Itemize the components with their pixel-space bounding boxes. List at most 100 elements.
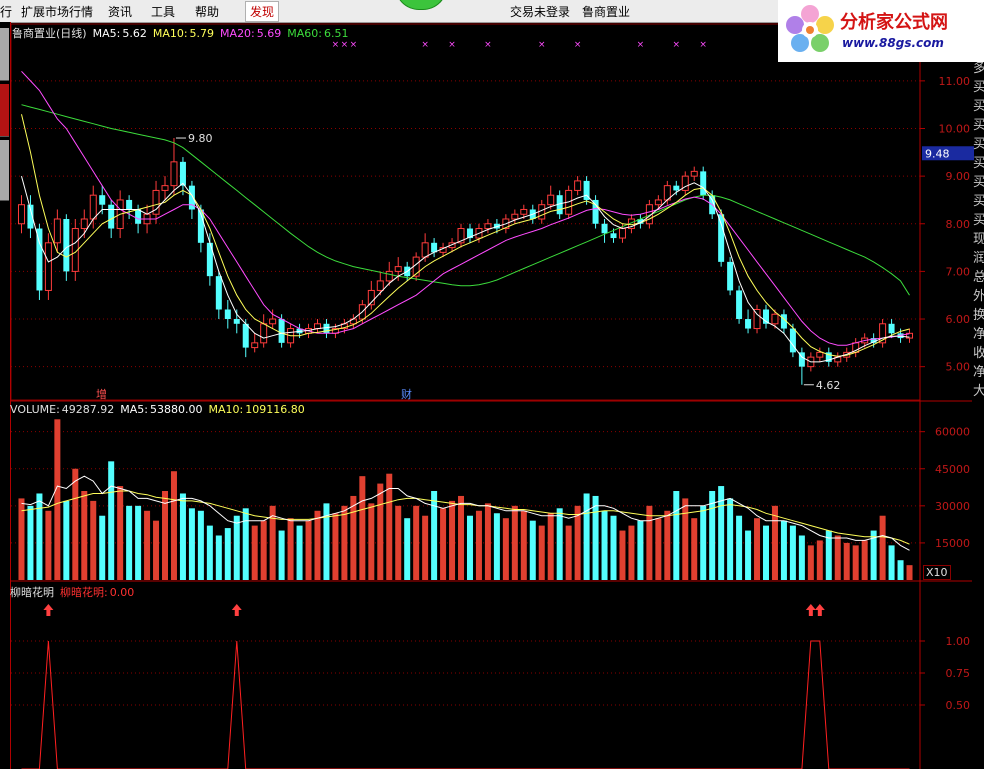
candle-body-up[interactable] [618, 228, 626, 239]
menu-item-news[interactable]: 资讯 [108, 3, 132, 20]
candle-body-down[interactable] [601, 223, 608, 234]
volume-bar[interactable] [422, 515, 429, 580]
volume-bar[interactable] [395, 505, 402, 580]
volume-bar[interactable] [332, 513, 339, 580]
volume-bar[interactable] [529, 520, 536, 580]
volume-bar[interactable] [305, 520, 312, 580]
volume-bar[interactable] [117, 486, 124, 580]
trade-login-status[interactable]: 交易未登录 [510, 3, 570, 20]
candle-body-up[interactable] [520, 208, 528, 215]
candle-body-down[interactable] [888, 323, 895, 334]
candle-body-up[interactable] [385, 270, 393, 282]
volume-bar[interactable] [897, 560, 904, 580]
volume-bar[interactable] [807, 545, 814, 580]
candle-body-down[interactable] [700, 171, 707, 196]
volume-bar[interactable] [233, 515, 240, 580]
candle-body-down[interactable] [736, 290, 743, 320]
menu-item-extended-market[interactable]: 扩展市场行情 [21, 3, 93, 20]
volume-bar[interactable] [780, 520, 787, 580]
volume-bar[interactable] [215, 535, 222, 581]
candle-body-up[interactable] [44, 242, 52, 291]
candle-body-down[interactable] [99, 195, 106, 205]
candle-body-up[interactable] [538, 204, 546, 220]
candle-body-up[interactable] [654, 199, 662, 206]
candle-body-up[interactable] [376, 280, 384, 291]
candle-body-up[interactable] [251, 342, 259, 349]
volume-bar[interactable] [296, 525, 303, 580]
volume-bar[interactable] [197, 510, 204, 580]
connection-orb-icon[interactable] [395, 0, 447, 10]
volume-bar[interactable] [601, 510, 608, 580]
candle-body-up[interactable] [80, 218, 88, 230]
volume-bar[interactable] [727, 498, 734, 580]
volume-bar[interactable] [655, 518, 662, 580]
candle-body-up[interactable] [17, 204, 25, 225]
volume-bar[interactable] [27, 505, 34, 580]
menu-item-help[interactable]: 帮助 [195, 3, 219, 20]
volume-bar[interactable] [135, 505, 142, 580]
volume-bar[interactable] [592, 495, 599, 580]
volume-bar[interactable] [538, 525, 545, 580]
volume-bar[interactable] [413, 505, 420, 580]
volume-bar[interactable] [816, 540, 823, 580]
candle-body-down[interactable] [215, 276, 222, 310]
candle-body-down[interactable] [727, 261, 734, 291]
volume-bar[interactable] [63, 500, 70, 580]
volume-bar[interactable] [736, 515, 743, 580]
menu-item-tools[interactable]: 工具 [151, 3, 175, 20]
tab-fundamentals[interactable] [0, 140, 9, 201]
candle-body-up[interactable] [269, 318, 277, 325]
volume-bar[interactable] [188, 508, 195, 580]
candle-body-up[interactable] [313, 323, 321, 330]
volume-bar[interactable] [36, 493, 43, 580]
candle-body-down[interactable] [135, 209, 142, 224]
volume-bar[interactable] [771, 505, 778, 580]
candle-body-down[interactable] [36, 228, 43, 291]
info-marker-zeng[interactable]: 增 [96, 386, 107, 402]
volume-bar[interactable] [108, 461, 115, 580]
volume-bar[interactable] [619, 530, 626, 580]
candle-body-down[interactable] [179, 161, 186, 186]
volume-bar[interactable] [251, 525, 258, 580]
volume-bar[interactable] [90, 500, 97, 580]
tab-technical-analysis[interactable] [0, 84, 9, 137]
volume-bar[interactable] [700, 505, 707, 580]
volume-bar[interactable] [628, 525, 635, 580]
volume-bar[interactable] [502, 518, 509, 580]
volume-bar[interactable] [888, 545, 895, 580]
volume-bar[interactable] [377, 483, 384, 580]
volume-bar[interactable] [691, 518, 698, 580]
volume-bar[interactable] [520, 510, 527, 580]
volume-bar[interactable] [583, 493, 590, 580]
candle-body-down[interactable] [233, 319, 240, 324]
volume-bar[interactable] [843, 542, 850, 580]
volume-bar[interactable] [287, 518, 294, 580]
volume-bar[interactable] [565, 525, 572, 580]
volume-bar[interactable] [682, 498, 689, 580]
tab-timeshare[interactable] [0, 28, 9, 81]
chart-canvas[interactable]: 11.00 10.00 9.00 8.00 7.00 6.00 5.00 9.80 4.62 9.… [0, 0, 984, 769]
volume-bar[interactable] [475, 510, 482, 580]
candle-body-down[interactable] [126, 199, 133, 210]
volume-bar[interactable] [153, 520, 160, 580]
volume-bar[interactable] [879, 515, 886, 580]
candle-body-down[interactable] [224, 309, 231, 320]
volume-bar[interactable] [431, 491, 438, 580]
volume-bar[interactable] [440, 508, 447, 580]
menu-item-discover[interactable]: 发现 [245, 1, 280, 22]
candle-body-up[interactable] [574, 180, 582, 191]
candle-body-down[interactable] [610, 233, 617, 239]
volume-bar[interactable] [798, 535, 805, 581]
volume-bar[interactable] [511, 505, 518, 580]
candle-body-down[interactable] [745, 319, 752, 329]
volume-bar[interactable] [260, 520, 267, 580]
volume-bar[interactable] [45, 510, 52, 580]
candle-body-down[interactable] [278, 319, 285, 343]
candle-body-up[interactable] [260, 323, 268, 344]
volume-bar[interactable] [664, 510, 671, 580]
candle-body-up[interactable] [484, 223, 492, 230]
volume-bar[interactable] [861, 540, 868, 580]
candle-body-up[interactable] [690, 170, 698, 177]
volume-bar[interactable] [350, 495, 357, 580]
volume-bar[interactable] [368, 503, 375, 580]
